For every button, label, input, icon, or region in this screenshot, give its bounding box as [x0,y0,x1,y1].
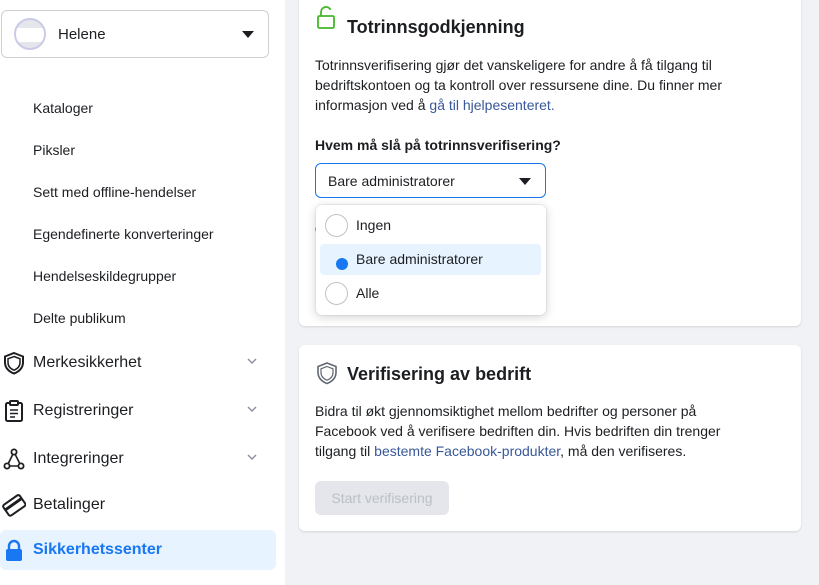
shield-icon [4,351,24,375]
help-center-link[interactable]: gå til hjelpesenteret. [429,97,554,113]
start-verification-button[interactable]: Start verifisering [315,481,449,515]
option-everyone[interactable]: Alle [320,278,541,309]
sidebar-item-registrations[interactable]: Registreringer [0,391,276,431]
sidebar-item-label: Integreringer [33,450,124,467]
sidebar-item-event-source-groups[interactable]: Hendelseskildegrupper [33,268,176,284]
account-selector[interactable]: Helene [1,10,269,58]
facebook-products-link[interactable]: bestemte Facebook-produkter [374,443,560,459]
caret-down-icon [242,31,254,38]
sidebar-item-catalogs[interactable]: Kataloger [33,100,93,116]
business-verification-title: Verifisering av bedrift [347,364,532,384]
integrations-icon [3,448,25,470]
two-factor-title: Totrinnsgodkjenning [347,17,525,37]
chevron-down-icon [247,406,257,413]
sidebar-item-label: Merkesikkerhet [33,354,142,371]
chevron-down-icon [247,454,257,461]
sidebar-item-label: Registreringer [33,402,134,419]
option-label: Bare administratorer [356,251,483,267]
sidebar-item-shared-audiences[interactable]: Delte publikum [33,310,126,326]
option-label: Ingen [356,217,392,233]
verification-description-tail: , må den verifiseres. [560,443,687,459]
sidebar-item-label: Sikkerhetssenter [33,541,162,558]
sidebar-item-payments[interactable]: Betalinger [0,485,276,525]
radio-button[interactable] [325,282,348,305]
option-admins-only[interactable]: Bare administratorer [320,244,541,275]
credit-card-icon [2,494,26,517]
clipboard-icon [5,400,23,422]
select-value: Bare administratorer [328,173,455,189]
shield-icon [317,362,337,385]
business-verification-card: Verifisering av bedrift Bidra til økt gj… [299,345,801,531]
two-factor-question: Hvem må slå på totrinnsverifisering? [315,137,561,153]
radio-button-selected[interactable] [325,248,348,271]
caret-down-icon [519,178,531,185]
two-factor-description: Totrinnsverifisering gjør det vanskelige… [315,55,755,115]
sidebar-item-brand-safety[interactable]: Merkesikkerhet [0,343,276,383]
option-none[interactable]: Ingen [320,210,541,241]
sidebar-item-pixels[interactable]: Piksler [33,142,75,158]
sidebar-item-label: Betalinger [33,496,106,513]
sidebar-item-custom-conversions[interactable]: Egendefinerte konverteringer [33,226,214,242]
option-label: Alle [356,285,380,301]
business-verification-description: Bidra til økt gjennomsiktighet mellom be… [315,401,755,461]
sidebar-item-integrations[interactable]: Integreringer [0,439,276,479]
unlock-icon [317,6,335,29]
radio-button[interactable] [325,214,348,237]
sidebar-item-security-center[interactable]: Sikkerhetssenter [0,530,276,570]
radio-dot [336,258,348,270]
sidebar-item-offline-event-sets[interactable]: Sett med offline-hendelser [33,184,196,200]
two-factor-options-menu: Ingen Bare administratorer Alle [316,205,546,315]
chevron-down-icon [247,358,257,365]
account-name: Helene [58,26,106,43]
sidebar: Helene Kataloger Piksler Sett med offlin… [0,0,285,585]
lock-icon [6,539,22,561]
avatar [14,18,46,50]
two-factor-requirement-select[interactable]: Bare administratorer [315,163,546,198]
